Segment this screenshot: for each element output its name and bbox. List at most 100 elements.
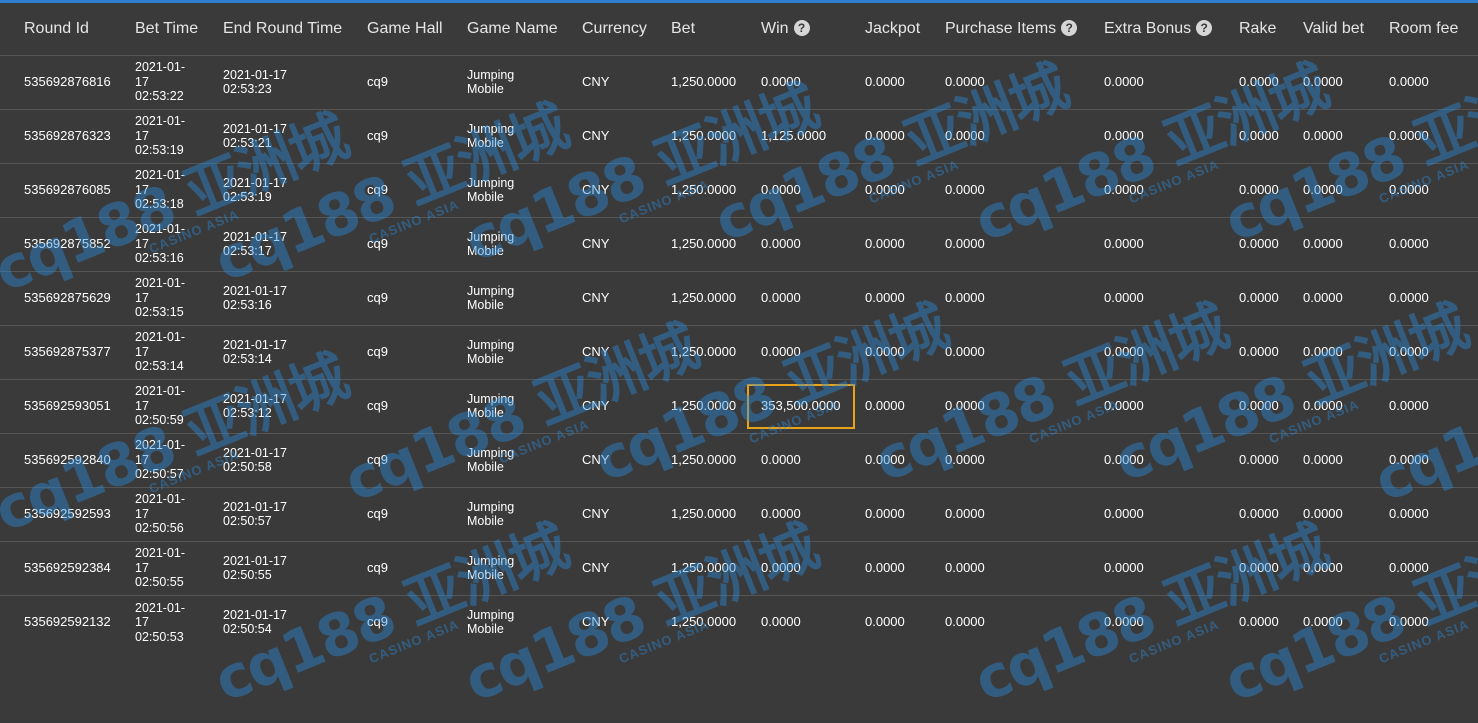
cell-bet-time: 2021-01- 17 02:50:56 (111, 486, 199, 541)
cell-value: 535692592593 (24, 505, 111, 521)
cell-currency: CNY (558, 594, 647, 649)
cell-value: 0.0000 (945, 127, 985, 143)
cell-value: 2021-01- 17 02:50:56 (135, 492, 186, 536)
cell-end-time: 2021-01-17 02:53:19 (199, 162, 343, 217)
help-icon[interactable]: ? (1196, 19, 1213, 36)
column-header-game-name[interactable]: Game Name (443, 3, 558, 55)
cell-value: 0.0000 (865, 235, 905, 251)
column-header-label: Bet (671, 19, 696, 37)
cell-purchase-items: 0.0000 (921, 540, 1080, 595)
cell-round-id: 535692592384 (0, 540, 111, 595)
cell-valid-bet: 0.0000 (1279, 432, 1365, 487)
cell-value: 0.0000 (1389, 451, 1429, 467)
cell-round-id: 535692875629 (0, 270, 111, 325)
column-header-extra-bonus[interactable]: Extra Bonus? (1080, 3, 1215, 55)
cell-value: 535692592384 (24, 559, 111, 575)
table-header: Round Id Bet Time End Round Time Game Hall G… (0, 3, 1478, 55)
cell-value: cq9 (367, 614, 388, 629)
cell-value: 0.0000 (1303, 397, 1343, 413)
cell-value: CNY (582, 181, 610, 197)
cell-value: 0.0000 (1104, 73, 1144, 89)
cell-value: 0.0000 (1239, 235, 1279, 251)
cell-win: 0.0000 (737, 216, 841, 271)
cell-round-id: 535692876323 (0, 108, 111, 163)
column-header-jackpot[interactable]: Jackpot (841, 3, 921, 55)
cell-value: 2021-01-17 02:53:17 (223, 229, 287, 259)
column-header-end-time[interactable]: End Round Time (199, 3, 343, 55)
column-header-valid-bet[interactable]: Valid bet (1279, 3, 1365, 55)
column-header-round-id[interactable]: Round Id (0, 3, 111, 55)
cell-game-name: Jumping Mobile (443, 540, 558, 595)
cell-purchase-items: 0.0000 (921, 270, 1080, 325)
cell-value: 0.0000 (945, 73, 985, 89)
column-header-purchase-items[interactable]: Purchase Items? (921, 3, 1080, 55)
cell-bet-time: 2021-01- 17 02:53:14 (111, 324, 199, 379)
cell-game-hall: cq9 (343, 270, 443, 325)
cell-value: 0.0000 (1239, 127, 1279, 143)
cell-value: 2021-01-17 02:50:57 (223, 499, 287, 529)
cell-bet-time: 2021-01- 17 02:50:55 (111, 540, 199, 595)
cell-value: CNY (582, 343, 610, 359)
cell-win: 0.0000 (737, 54, 841, 109)
cell-value: CNY (582, 73, 610, 89)
column-header-win[interactable]: Win? (737, 3, 841, 55)
column-header-bet[interactable]: Bet (647, 3, 737, 55)
cell-bet-time: 2021-01- 17 02:50:53 (111, 594, 199, 649)
cell-rake: 0.0000 (1215, 54, 1279, 109)
cell-value: 0.0000 (1303, 127, 1343, 143)
cell-value: Jumping Mobile (467, 175, 515, 205)
cell-value: 0.0000 (1303, 73, 1343, 89)
cell-end-time: 2021-01-17 02:53:23 (199, 54, 343, 109)
cell-bet-time: 2021-01- 17 02:50:59 (111, 378, 199, 433)
cell-extra-bonus: 0.0000 (1080, 108, 1215, 163)
cell-currency: CNY (558, 162, 647, 217)
cell-value: 0.0000 (1104, 397, 1144, 413)
cell-bet: 1,250.0000 (647, 324, 737, 379)
cell-jackpot: 0.0000 (841, 432, 921, 487)
table-body: 535692876816 2021-01- 17 02:53:22 2021-01-… (0, 54, 1478, 649)
cell-valid-bet: 0.0000 (1279, 216, 1365, 271)
cell-value: 1,250.0000 (671, 181, 737, 197)
cell-value: CNY (582, 289, 610, 305)
column-header-room-fee[interactable]: Room fee (1365, 3, 1478, 55)
cell-win: 353,500.0000 (737, 378, 855, 433)
help-icon[interactable]: ? (793, 19, 810, 36)
cell-round-id: 535692876085 (0, 162, 111, 217)
cell-game-hall: cq9 (343, 324, 443, 379)
cell-bet: 1,250.0000 (647, 486, 737, 541)
table-row: 535692593051 2021-01- 17 02:50:59 2021-01-… (0, 378, 1478, 433)
cell-value: 0.0000 (1389, 343, 1429, 359)
cell-value: 2021-01- 17 02:50:55 (135, 546, 186, 590)
column-header-bet-time[interactable]: Bet Time (111, 3, 199, 55)
cell-value: 1,250.0000 (671, 614, 737, 629)
cell-rake: 0.0000 (1215, 486, 1279, 541)
cell-value: 0.0000 (1239, 73, 1279, 89)
cell-value: 0.0000 (1303, 505, 1343, 521)
cell-value: 0.0000 (1239, 343, 1279, 359)
cell-value: Jumping Mobile (467, 391, 515, 421)
column-header-game-hall[interactable]: Game Hall (343, 3, 443, 55)
cell-value: 0.0000 (945, 397, 985, 413)
cell-round-id: 535692875377 (0, 324, 111, 379)
cell-value: CNY (582, 505, 610, 521)
cell-value: 0.0000 (1104, 451, 1144, 467)
column-header-rake[interactable]: Rake (1215, 3, 1279, 55)
cell-jackpot: 0.0000 (841, 486, 921, 541)
cell-currency: CNY (558, 378, 647, 433)
cell-value: 2021-01-17 02:50:54 (223, 607, 287, 637)
cell-game-hall: cq9 (343, 108, 443, 163)
cell-value: 535692876816 (24, 73, 111, 89)
cell-value: CNY (582, 559, 610, 575)
cell-extra-bonus: 0.0000 (1080, 216, 1215, 271)
cell-game-name: Jumping Mobile (443, 108, 558, 163)
cell-win: 0.0000 (737, 486, 841, 541)
cell-value: 0.0000 (1239, 559, 1279, 575)
cell-value: 0.0000 (945, 181, 985, 197)
table-row: 535692592593 2021-01- 17 02:50:56 2021-01-… (0, 486, 1478, 541)
help-icon[interactable]: ? (1061, 19, 1078, 36)
column-header-currency[interactable]: Currency (558, 3, 647, 55)
cell-end-time: 2021-01-17 02:50:54 (199, 594, 343, 649)
cell-value: cq9 (367, 127, 388, 143)
cell-extra-bonus: 0.0000 (1080, 432, 1215, 487)
cell-value: 2021-01- 17 02:50:53 (135, 600, 186, 644)
